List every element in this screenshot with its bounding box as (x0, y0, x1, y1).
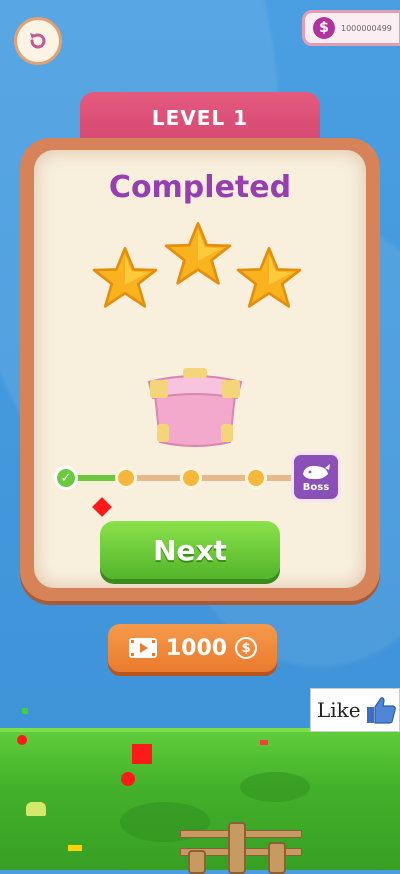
progress-node-completed: ✓ (54, 466, 78, 490)
confetti-piece (68, 845, 82, 851)
boss-node: Boss (291, 452, 341, 502)
gift-box-icon (147, 368, 243, 447)
confetti-piece (22, 708, 28, 714)
confetti-piece (132, 744, 152, 764)
like-label: Like (317, 698, 361, 722)
level-title: LEVEL 1 (151, 106, 249, 130)
coin-balance: $ 1000000499 (302, 10, 400, 46)
level-header: LEVEL 1 (80, 92, 320, 144)
confetti-piece (260, 740, 268, 745)
progress-node (245, 467, 267, 489)
confetti-piece (17, 735, 27, 745)
reward-amount: 1000 (165, 635, 228, 661)
star-icon (236, 246, 302, 308)
completed-title: Completed (108, 170, 292, 205)
watch-video-reward-button[interactable]: 1000 $ (108, 624, 277, 672)
boss-label: Boss (302, 481, 330, 493)
coin-icon: $ (313, 17, 335, 39)
grass-ground (0, 728, 400, 874)
thumbs-up-icon (366, 697, 396, 724)
confetti-piece (121, 772, 135, 786)
restart-button[interactable] (14, 17, 62, 65)
star-icon (164, 222, 232, 285)
progress-node (115, 467, 137, 489)
star-icon (92, 246, 158, 308)
next-label: Next (153, 533, 227, 567)
whale-icon (303, 463, 330, 479)
next-button[interactable]: Next (100, 521, 280, 579)
coin-icon: $ (235, 637, 258, 659)
progress-node (180, 467, 202, 489)
video-icon (128, 638, 157, 658)
restart-icon (30, 33, 46, 49)
coin-count: 1000000499 (341, 23, 392, 33)
like-button[interactable]: Like (310, 688, 400, 732)
